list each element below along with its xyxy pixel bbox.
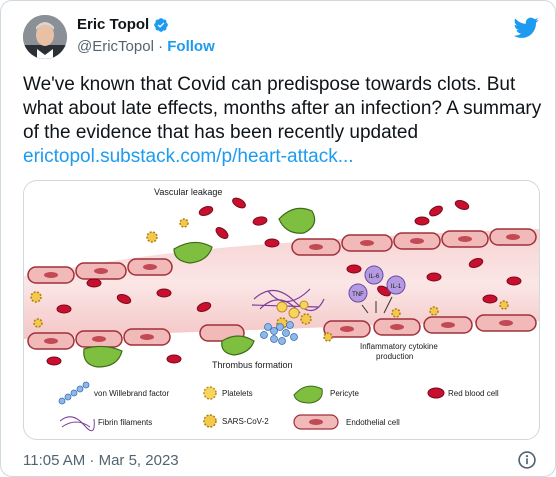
- author-handle-row: @EricTopol · Follow: [77, 38, 215, 55]
- info-icon[interactable]: [517, 450, 537, 470]
- legend-rbc: Red blood cell: [448, 389, 499, 398]
- legend-fibrin: Fibrin filaments: [98, 418, 152, 427]
- legend-sars: SARS-CoV-2: [222, 417, 269, 426]
- figure-legend: von Willebrand factor Platelets Pericyte…: [58, 381, 499, 432]
- label-cytokine-line1: Inflammatory cytokine: [360, 342, 438, 351]
- label-vascular-leakage: Vascular leakage: [154, 187, 222, 197]
- legend-endothelial: Endothelial cell: [346, 418, 400, 427]
- tweet-link[interactable]: erictopol.substack.com/p/heart-attack...: [23, 146, 354, 167]
- author-name-row: Eric Topol: [77, 16, 169, 33]
- cytokine-tnf: TNF: [352, 292, 364, 298]
- vascular-illustration: IL-6 TNF IL-1 Vascular leakage Thrombus …: [24, 187, 539, 432]
- cytokine-il1: IL-1: [391, 284, 402, 290]
- author-name[interactable]: Eric Topol: [77, 16, 149, 33]
- cytokine-il6: IL-6: [369, 274, 380, 280]
- vwf-beads: [260, 321, 298, 345]
- twitter-bird-icon[interactable]: [514, 15, 539, 40]
- tweet-image[interactable]: IL-6 TNF IL-1 Vascular leakage Thrombus …: [23, 180, 540, 440]
- verified-badge-icon: [154, 17, 169, 32]
- handle-separator: ·: [158, 38, 164, 55]
- tweet-card: Eric Topol @EricTopol · Follow We've kno…: [0, 0, 556, 477]
- avatar-photo: [23, 15, 67, 59]
- tweet-timestamp[interactable]: 11:05 AM · Mar 5, 2023: [23, 452, 179, 469]
- legend-platelets: Platelets: [222, 389, 253, 398]
- legend-pericyte: Pericyte: [330, 389, 359, 398]
- tweet-body: We've known that Covid can predispose to…: [23, 73, 543, 169]
- author-handle[interactable]: @EricTopol: [77, 38, 154, 55]
- tweet-text: We've known that Covid can predispose to…: [23, 74, 542, 143]
- legend-vwf: von Willebrand factor: [94, 389, 169, 398]
- label-cytokine-line2: production: [376, 352, 413, 361]
- label-thrombus-formation: Thrombus formation: [212, 360, 293, 370]
- author-avatar[interactable]: [23, 15, 67, 59]
- follow-button[interactable]: Follow: [167, 38, 215, 55]
